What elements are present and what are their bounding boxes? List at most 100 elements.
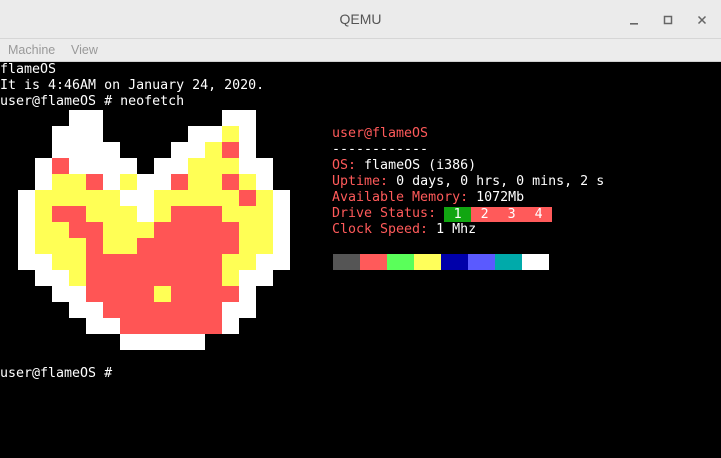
logo-pixel [239,238,256,254]
logo-pixel [239,190,256,206]
window-title: QEMU [339,11,382,27]
minimize-icon[interactable] [617,0,651,39]
logo-pixel [222,286,239,302]
logo-pixel [103,222,120,238]
logo-pixel [52,174,69,190]
logo-pixel [154,334,171,350]
logo-pixel [103,142,120,158]
menu-machine[interactable]: Machine [8,39,55,61]
logo-pixel [69,174,86,190]
palette-swatch-4 [441,254,468,270]
logo-pixel [188,190,205,206]
logo-pixel [188,142,205,158]
palette-swatch-3 [414,254,441,270]
logo-pixel [154,318,171,334]
logo-pixel [86,206,103,222]
logo-pixel [69,302,86,318]
logo-pixel [69,254,86,270]
logo-pixel [205,318,222,334]
logo-pixel [137,174,154,190]
logo-pixel [154,302,171,318]
menu-view[interactable]: View [71,39,98,61]
logo-pixel [35,238,52,254]
logo-pixel [35,174,52,190]
logo-pixel [86,286,103,302]
logo-pixel [222,206,239,222]
logo-pixel [171,302,188,318]
menu-bar: Machine View [0,39,721,62]
window-titlebar[interactable]: QEMU [0,0,721,39]
uptime-label: Uptime: [332,174,389,189]
logo-pixel [86,174,103,190]
logo-pixel [103,270,120,286]
logo-pixel [86,238,103,254]
logo-pixel [69,286,86,302]
logo-pixel [137,254,154,270]
logo-pixel [222,126,239,142]
logo-pixel [120,254,137,270]
logo-pixel [222,190,239,206]
logo-pixel [18,190,35,206]
drive-1-badge: 1 [444,207,472,222]
palette-swatch-2 [387,254,414,270]
logo-pixel [171,254,188,270]
logo-pixel [86,158,103,174]
logo-pixel [137,206,154,222]
vm-screen[interactable]: flameOS It is 4:46AM on January 24, 2020… [0,62,721,458]
logo-pixel [120,286,137,302]
logo-pixel [86,302,103,318]
logo-pixel [273,190,290,206]
logo-pixel [205,254,222,270]
logo-pixel [52,206,69,222]
logo-pixel [256,270,273,286]
logo-pixel [154,270,171,286]
logo-pixel [86,318,103,334]
logo-pixel [222,270,239,286]
logo-pixel [205,286,222,302]
logo-pixel [273,238,290,254]
palette-swatch-7 [522,254,549,270]
logo-pixel [239,254,256,270]
logo-pixel [256,190,273,206]
logo-pixel [137,302,154,318]
logo-pixel [120,190,137,206]
logo-pixel [52,190,69,206]
logo-pixel [154,286,171,302]
memory-label: Available Memory: [332,190,469,205]
logo-pixel [103,238,120,254]
logo-pixel [205,270,222,286]
logo-pixel [69,238,86,254]
logo-pixel [222,110,239,126]
logo-pixel [103,254,120,270]
logo-pixel [256,254,273,270]
logo-pixel [222,174,239,190]
logo-pixel [273,222,290,238]
palette-swatch-1 [360,254,387,270]
logo-pixel [239,126,256,142]
close-icon[interactable] [685,0,719,39]
logo-pixel [239,174,256,190]
logo-pixel [188,238,205,254]
drive-3-badge: 3 [498,207,526,222]
logo-pixel [35,206,52,222]
flame-heart-logo [18,110,290,350]
drive-2-badge: 2 [471,207,499,222]
logo-pixel [188,222,205,238]
logo-pixel [222,318,239,334]
logo-pixel [205,222,222,238]
logo-pixel [18,238,35,254]
logo-pixel [86,270,103,286]
logo-pixel [154,238,171,254]
os-label: OS: [332,158,357,173]
logo-pixel [18,206,35,222]
neofetch-user-host: user@flameOS [332,126,429,141]
neofetch-os-row: OS: flameOS (i386) [332,158,476,174]
logo-pixel [171,334,188,350]
logo-pixel [137,334,154,350]
logo-pixel [171,318,188,334]
logo-pixel [69,206,86,222]
maximize-icon[interactable] [651,0,685,39]
logo-pixel [103,206,120,222]
logo-pixel [52,238,69,254]
logo-pixel [154,174,171,190]
